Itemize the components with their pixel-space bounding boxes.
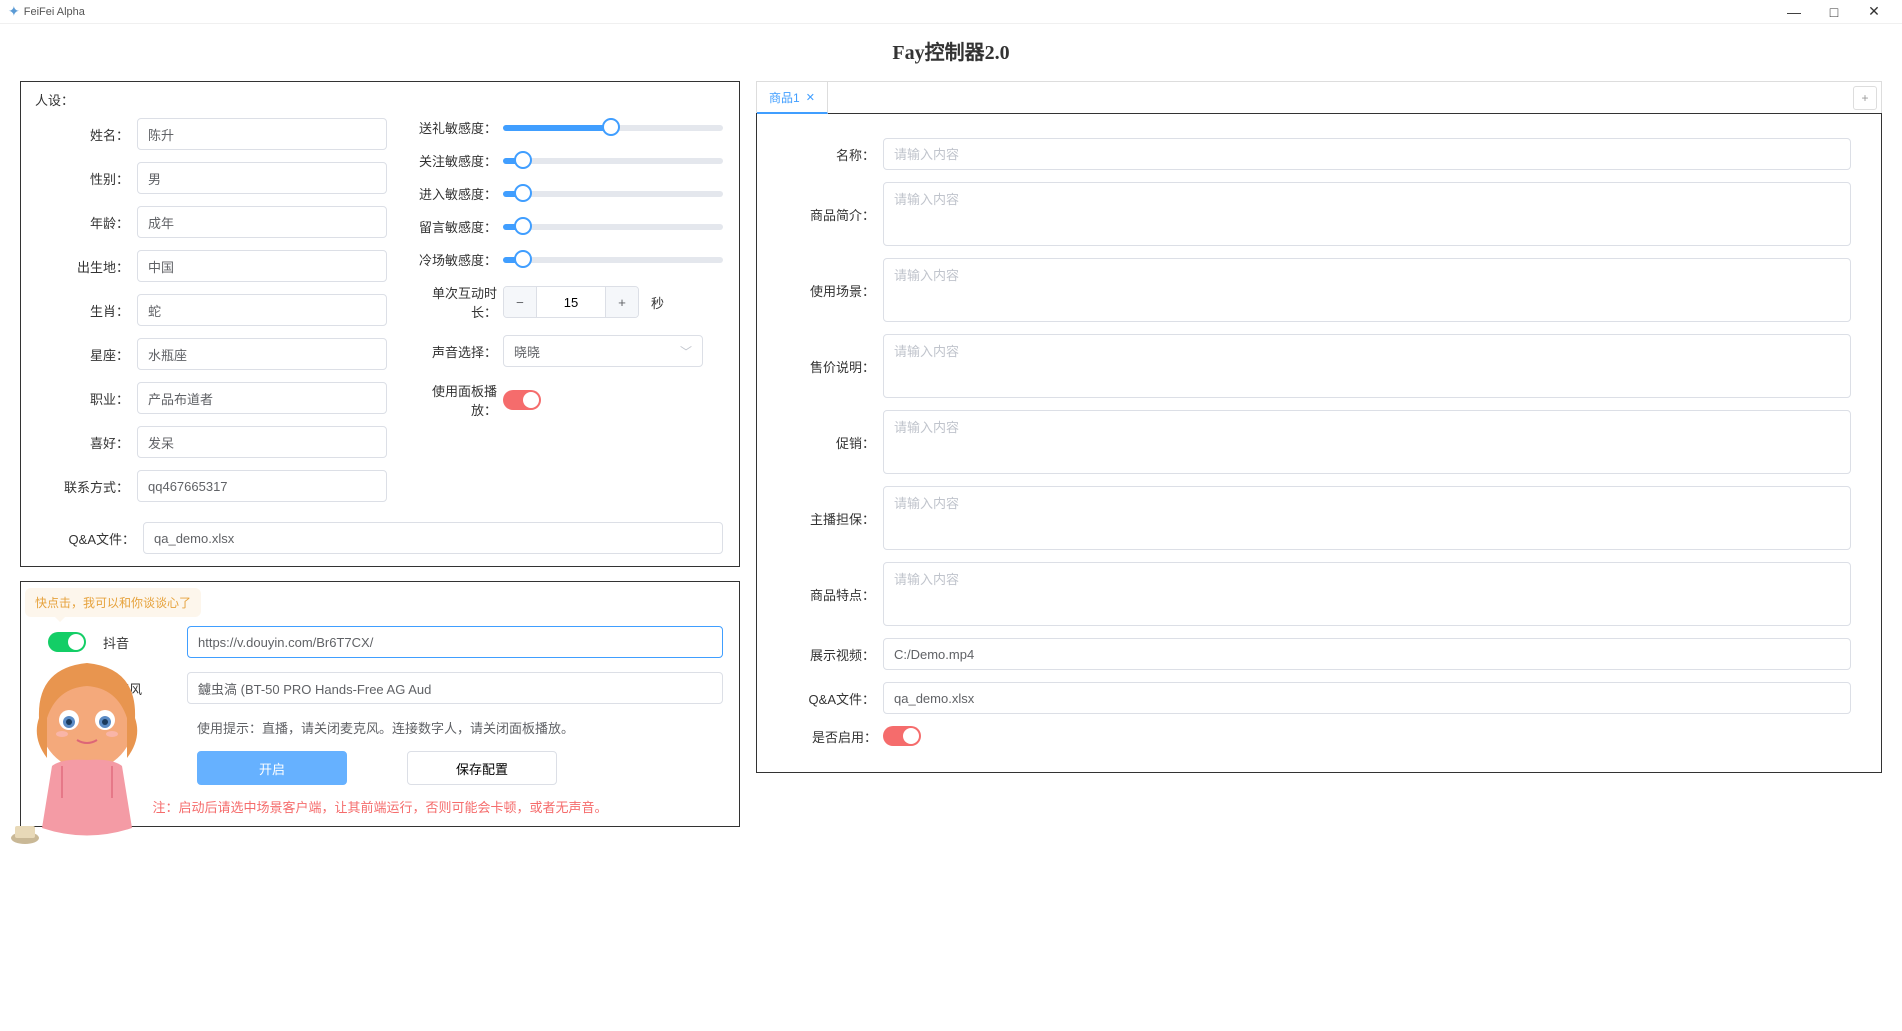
maximize-button[interactable]: □ [1814, 4, 1854, 20]
hobby-label: 喜好： [37, 433, 137, 452]
constellation-input[interactable] [137, 338, 387, 370]
product-video-input[interactable] [883, 638, 1851, 670]
contact-label: 联系方式： [37, 477, 137, 496]
job-input[interactable] [137, 382, 387, 414]
minimize-button[interactable]: — [1774, 4, 1814, 20]
interaction-label: 单次互动时长： [407, 283, 503, 321]
product-price-input[interactable] [883, 334, 1851, 398]
gender-input[interactable] [137, 162, 387, 194]
msg-hint: 使用提示：直播，请关闭麦克风。连接数字人，请关闭面板播放。 [187, 718, 723, 737]
mic-device-input[interactable] [187, 672, 723, 704]
gift-slider[interactable] [503, 125, 723, 131]
persona-panel-title: 人设： [31, 90, 78, 109]
follow-slider-label: 关注敏感度： [407, 151, 503, 170]
product-desc-input[interactable] [883, 182, 1851, 246]
interaction-unit: 秒 [651, 293, 664, 312]
comment-slider[interactable] [503, 224, 723, 230]
gender-label: 性别： [37, 169, 137, 188]
constellation-label: 星座： [37, 345, 137, 364]
qa-file-label: Q&A文件： [37, 529, 143, 548]
idle-slider[interactable] [503, 257, 723, 263]
start-button[interactable]: 开启 [197, 751, 347, 785]
product-tabs: 商品1 ✕ + [756, 81, 1882, 113]
chevron-down-icon: ﹀ [680, 343, 692, 360]
job-label: 职业： [37, 389, 137, 408]
product-video-label: 展示视频： [787, 645, 883, 664]
gift-slider-label: 送礼敏感度： [407, 118, 503, 137]
save-config-button[interactable]: 保存配置 [407, 751, 557, 785]
age-input[interactable] [137, 206, 387, 238]
voice-select[interactable]: 晓晓﹀ [503, 335, 703, 367]
window-title: FeiFei Alpha [24, 6, 85, 18]
product-qa-input[interactable] [883, 682, 1851, 714]
product-panel: 名称： 商品简介： 使用场景： 售价说明： 促销： 主播担保： 商品特点： 展示… [756, 113, 1882, 773]
interaction-stepper: − + [503, 286, 639, 318]
product-name-input[interactable] [883, 138, 1851, 170]
douyin-url-input[interactable] [187, 626, 723, 658]
hobby-input[interactable] [137, 426, 387, 458]
idle-slider-label: 冷场敏感度： [407, 250, 503, 269]
product-feature-label: 商品特点： [787, 585, 883, 604]
birthplace-input[interactable] [137, 250, 387, 282]
comment-slider-label: 留言敏感度： [407, 217, 503, 236]
panel-play-switch[interactable] [503, 390, 541, 410]
product-name-label: 名称： [787, 145, 883, 164]
product-guarantee-input[interactable] [883, 486, 1851, 550]
join-slider-label: 进入敏感度： [407, 184, 503, 203]
page-title: Fay控制器2.0 [0, 24, 1902, 81]
voice-label: 声音选择： [407, 342, 503, 361]
product-scene-label: 使用场景： [787, 281, 883, 300]
product-price-label: 售价说明： [787, 357, 883, 376]
product-qa-label: Q&A文件： [787, 689, 883, 708]
zodiac-label: 生肖： [37, 301, 137, 320]
app-logo-icon: ✦ [8, 3, 20, 20]
persona-panel: 人设： 姓名： 性别： 年龄： 出生地： 生肖： 星座： 职业： 喜好： 联系方… [20, 81, 740, 567]
avatar-image[interactable] [7, 648, 167, 848]
titlebar: ✦ FeiFei Alpha — □ ✕ [0, 0, 1902, 24]
name-input[interactable] [137, 118, 387, 150]
join-slider[interactable] [503, 191, 723, 197]
product-desc-label: 商品简介： [787, 205, 883, 224]
close-button[interactable]: ✕ [1854, 3, 1894, 20]
product-scene-input[interactable] [883, 258, 1851, 322]
product-feature-input[interactable] [883, 562, 1851, 626]
zodiac-input[interactable] [137, 294, 387, 326]
stepper-increase-button[interactable]: + [606, 287, 638, 317]
stepper-decrease-button[interactable]: − [504, 287, 536, 317]
name-label: 姓名： [37, 125, 137, 144]
product-promo-input[interactable] [883, 410, 1851, 474]
tab-add-button[interactable]: + [1853, 86, 1877, 110]
interaction-input[interactable] [536, 287, 606, 317]
follow-slider[interactable] [503, 158, 723, 164]
tab-close-icon[interactable]: ✕ [806, 91, 815, 104]
avatar-tooltip: 快点击，我可以和你谈谈心了 [25, 588, 201, 617]
age-label: 年龄： [37, 213, 137, 232]
product-enable-label: 是否启用： [787, 727, 883, 746]
product-promo-label: 促销： [787, 433, 883, 452]
product-guarantee-label: 主播担保： [787, 509, 883, 528]
qa-file-input[interactable] [143, 522, 723, 554]
birthplace-label: 出生地： [37, 257, 137, 276]
product-enable-switch[interactable] [883, 726, 921, 746]
live-panel: 快点击，我可以和你谈谈心了 抖音 麦克风 消 息 使用提示：直播，请关闭麦克风。… [20, 581, 740, 827]
panel-play-label: 使用面板播放： [407, 381, 503, 419]
contact-input[interactable] [137, 470, 387, 502]
tab-product-1[interactable]: 商品1 ✕ [757, 82, 828, 114]
